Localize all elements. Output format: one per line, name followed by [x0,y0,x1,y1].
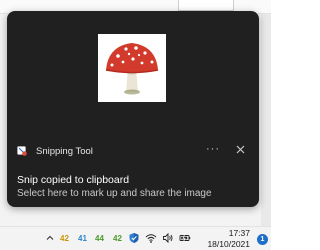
snip-thumbnail[interactable] [98,34,166,102]
toast-app-name: Snipping Tool [36,145,93,157]
temperature-readout-4[interactable]: 42 [113,234,122,243]
clock-date: 18/10/2021 [207,238,250,249]
battery-icon[interactable] [179,232,191,244]
toast-title: Snip copied to clipboard [17,174,130,186]
notification-badge[interactable]: 1 [257,234,268,245]
mushroom-image [98,34,166,102]
more-options-button[interactable]: ··· [204,140,222,158]
chevron-up-icon[interactable] [45,233,55,243]
more-options-icon: ··· [206,143,220,155]
shield-icon[interactable] [128,232,140,244]
temperature-readout-2[interactable]: 41 [78,234,87,243]
toast-body-text: Select here to mark up and share the ima… [17,188,212,199]
close-icon [236,145,244,153]
volume-icon[interactable] [162,232,174,244]
taskbar: 42 41 44 42 17:37 18/10/2021 1 [0,226,271,250]
clock-time: 17:37 [228,228,250,238]
screen: Snipping Tool ··· Snip copied to clipboa… [0,0,271,250]
clock[interactable]: 17:37 18/10/2021 [202,228,250,249]
snipping-tool-icon [17,145,27,156]
close-button[interactable] [231,140,249,158]
temperature-readout-3[interactable]: 44 [95,234,104,243]
wifi-icon[interactable] [145,232,157,244]
notification-toast[interactable]: Snipping Tool ··· Snip copied to clipboa… [7,11,259,207]
background-window-panel [178,0,234,11]
background-scrollbar [261,14,271,226]
temperature-readout-1[interactable]: 42 [60,234,69,243]
